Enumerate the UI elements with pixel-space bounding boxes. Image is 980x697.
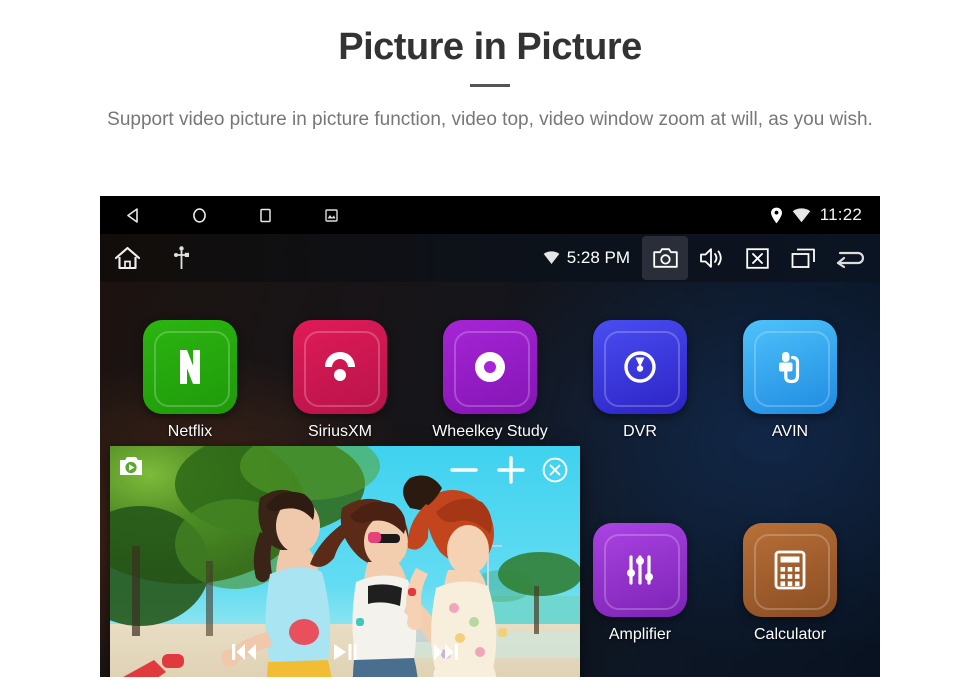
toolbar-clock: 5:28 PM	[566, 248, 630, 267]
toolbar-close-app-button[interactable]	[734, 234, 780, 282]
toolbar-right-group: 5:28 PM	[543, 234, 880, 282]
app-calculator[interactable]: Calculator	[716, 523, 864, 644]
toolbar-left-group	[100, 234, 208, 282]
gauge-icon	[624, 351, 656, 383]
pip-close-button[interactable]	[542, 457, 568, 488]
windows-icon	[791, 248, 815, 268]
app-tile-netflix[interactable]	[143, 320, 237, 414]
toolbar-camera-button[interactable]	[642, 236, 688, 280]
app-label-siriusxm: SiriusXM	[307, 423, 372, 440]
page-header: Picture in Picture Support video picture…	[0, 0, 980, 134]
camera-icon	[652, 248, 678, 268]
app-tile-siriusxm[interactable]	[293, 320, 387, 414]
pip-capture-badge[interactable]	[119, 455, 146, 477]
app-avin[interactable]: AVIN	[716, 320, 864, 441]
x-box-icon	[745, 247, 769, 269]
play-pause-icon	[334, 644, 357, 660]
status-clock: 11:22	[819, 205, 862, 224]
pip-previous-button[interactable]	[231, 642, 257, 667]
status-screenshot-button[interactable]	[298, 196, 364, 234]
recents-icon	[259, 208, 271, 222]
location-pin-icon	[770, 207, 782, 223]
app-label-avin: AVIN	[771, 423, 809, 440]
toolbar-volume-button[interactable]	[688, 234, 734, 282]
app-label-amplifier: Amplifier	[608, 626, 672, 643]
toolbar-multitask-button[interactable]	[780, 234, 826, 282]
back-icon	[126, 207, 138, 223]
system-toolbar: 5:28 PM	[100, 234, 880, 282]
status-back-button[interactable]	[100, 196, 166, 234]
android-status-bar: 11:22	[100, 196, 880, 234]
wifi-icon	[792, 207, 810, 222]
toolbar-home-button[interactable]	[100, 234, 154, 282]
pip-window[interactable]: eicane	[110, 446, 580, 677]
pip-zoom-out-button[interactable]	[448, 454, 480, 491]
plus-icon	[497, 456, 525, 484]
app-tile-amplifier[interactable]	[593, 523, 687, 617]
toolbar-back-button[interactable]	[826, 234, 872, 282]
plug-cable-icon	[779, 352, 800, 384]
status-recents-button[interactable]	[232, 196, 298, 234]
wifi-icon	[543, 251, 559, 264]
minus-icon	[450, 468, 478, 472]
previous-track-icon	[232, 644, 256, 660]
pip-play-pause-button[interactable]	[333, 642, 357, 667]
pip-window-controls	[448, 454, 568, 491]
app-netflix[interactable]: Netflix	[116, 320, 264, 441]
page-subtitle: Support video picture in picture functio…	[107, 108, 873, 130]
screenshot-icon	[324, 208, 338, 222]
netflix-icon	[180, 350, 200, 384]
app-tile-wheelkey-study[interactable]	[443, 320, 537, 414]
app-tile-dvr[interactable]	[593, 320, 687, 414]
pip-media-controls	[110, 642, 580, 667]
app-tile-avin[interactable]	[743, 320, 837, 414]
app-label-dvr: DVR	[623, 423, 657, 440]
home-screen: Netflix SiriusXM Wheelkey Study DVR AVIN…	[100, 282, 880, 677]
app-label-netflix: Netflix	[167, 423, 213, 440]
pip-next-button[interactable]	[433, 642, 459, 667]
video-capture-badge-icon	[120, 457, 142, 475]
page-title: Picture in Picture	[338, 26, 642, 68]
app-tile-calculator[interactable]	[743, 523, 837, 617]
home-outline-icon	[114, 246, 140, 269]
usb-icon	[173, 245, 189, 269]
wheelkey-icon	[475, 352, 505, 382]
title-divider	[470, 83, 510, 87]
toolbar-usb-indicator	[154, 234, 208, 282]
home-icon	[192, 207, 206, 223]
status-indicators: 11:22	[770, 205, 880, 225]
next-track-icon	[434, 644, 458, 660]
speaker-icon	[699, 248, 722, 268]
app-wheelkey-study[interactable]: Wheelkey Study	[416, 320, 564, 441]
status-nav-group	[100, 196, 364, 234]
siriusxm-icon	[325, 352, 355, 381]
back-arrow-icon	[836, 251, 865, 269]
calculator-icon	[774, 550, 806, 590]
pip-zoom-in-button[interactable]	[495, 454, 527, 491]
status-home-button[interactable]	[166, 196, 232, 234]
app-dvr[interactable]: DVR	[566, 320, 714, 441]
app-label-calculator: Calculator	[753, 626, 827, 643]
device-screen: 11:22 5:28 PM Netflix SiriusXM Wheelkey …	[100, 196, 880, 677]
app-siriusxm[interactable]: SiriusXM	[266, 320, 414, 441]
sliders-icon	[627, 555, 653, 585]
app-label-wheelkey-study: Wheelkey Study	[432, 423, 548, 440]
close-icon	[542, 457, 568, 483]
app-amplifier[interactable]: Amplifier	[566, 523, 714, 644]
